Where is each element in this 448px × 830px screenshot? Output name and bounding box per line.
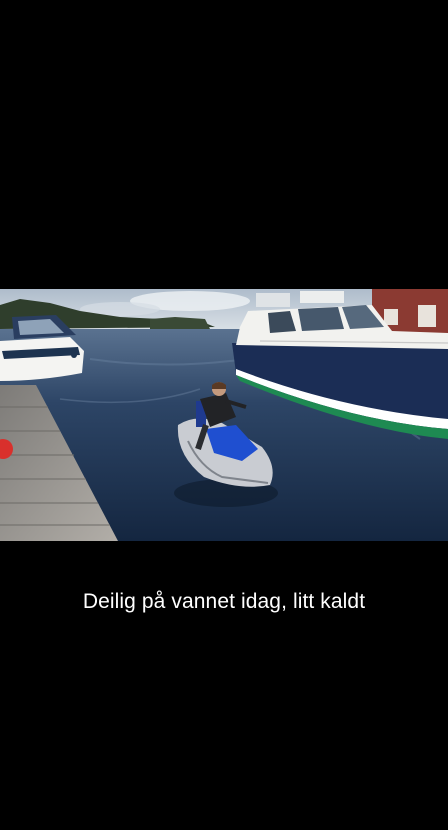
- story-viewer: Deilig på vannet idag, litt kaldt: [0, 0, 448, 830]
- harbor-scene: [0, 289, 448, 541]
- post-caption: Deilig på vannet idag, litt kaldt: [82, 590, 366, 613]
- post-photo: [0, 289, 448, 541]
